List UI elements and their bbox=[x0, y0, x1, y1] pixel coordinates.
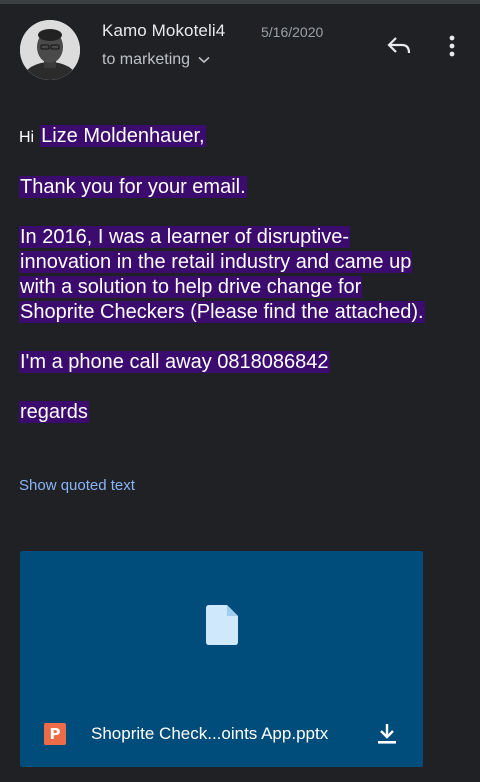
signoff: regards bbox=[19, 400, 464, 425]
para-line-2: innovation in the retail industry and ca… bbox=[19, 251, 413, 273]
recipient-label: to marketing bbox=[102, 51, 191, 68]
more-vert-icon bbox=[449, 35, 455, 57]
phone-text: I'm a phone call away 0818086842 bbox=[19, 351, 330, 373]
recipient-toggle[interactable]: to marketing bbox=[102, 51, 210, 69]
thanks-line: Thank you for your email. bbox=[19, 175, 464, 200]
avatar[interactable] bbox=[20, 20, 80, 80]
para-line-1: In 2016, I was a learner of disruptive- bbox=[19, 226, 351, 248]
chevron-down-icon bbox=[198, 51, 210, 69]
signoff-text: regards bbox=[19, 401, 89, 423]
para-line-4: Shoprite Checkers (Please find the attac… bbox=[19, 301, 425, 323]
file-icon bbox=[206, 605, 238, 650]
more-options-button[interactable] bbox=[438, 30, 466, 62]
reply-button[interactable] bbox=[383, 30, 415, 62]
download-button[interactable] bbox=[372, 719, 402, 749]
phone-line: I'm a phone call away 0818086842 bbox=[19, 350, 464, 375]
greeting-hi: Hi bbox=[19, 129, 35, 146]
message-body: Hi Lize Moldenhauer, Thank you for your e… bbox=[19, 124, 464, 450]
message-date: 5/16/2020 bbox=[261, 24, 324, 40]
show-quoted-text-link[interactable]: Show quoted text bbox=[19, 477, 135, 494]
thanks-text: Thank you for your email. bbox=[19, 176, 247, 198]
message-header: Kamo Mokoteli4 5/16/2020 to marketing bbox=[0, 4, 480, 100]
innovation-paragraph: In 2016, I was a learner of disruptive- … bbox=[19, 225, 464, 325]
attachment-card[interactable]: P Shoprite Check...oints App.pptx bbox=[20, 551, 423, 767]
download-icon bbox=[378, 724, 396, 744]
greeting-name: Lize Moldenhauer, bbox=[40, 125, 206, 147]
greeting: Hi Lize Moldenhauer, bbox=[19, 124, 464, 150]
sender-name: Kamo Mokoteli4 bbox=[102, 21, 226, 40]
attachment-footer: P Shoprite Check...oints App.pptx bbox=[20, 711, 423, 755]
attachment-filename: Shoprite Check...oints App.pptx bbox=[91, 724, 329, 743]
avatar-image bbox=[20, 20, 80, 80]
powerpoint-icon: P bbox=[44, 723, 66, 745]
para-line-3: with a solution to help drive change for bbox=[19, 276, 363, 298]
reply-icon bbox=[387, 37, 411, 54]
